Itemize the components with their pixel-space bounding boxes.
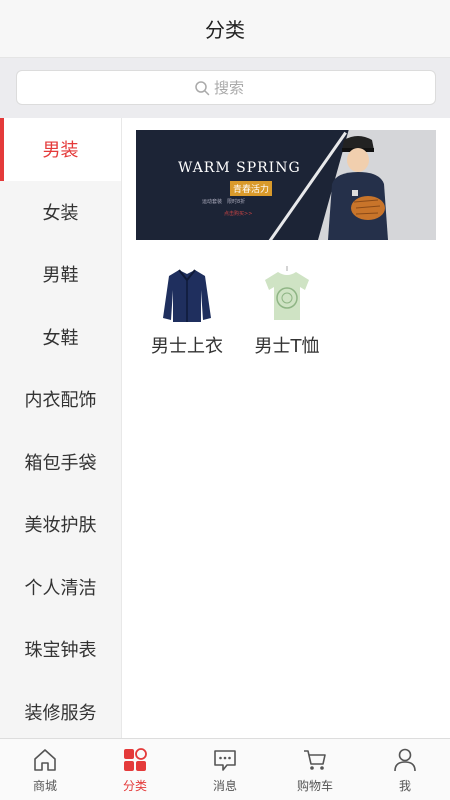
tab-label: 购物车: [296, 779, 333, 793]
product-name: 男士T恤: [254, 336, 320, 357]
category-sidebar: 男装 女装 男鞋 女鞋 内衣配饰 箱包手袋 美妆护肤 个人清洁 珠宝钟表 装修服…: [0, 118, 122, 738]
category-icon: [124, 748, 147, 771]
tab-messages[interactable]: 消息: [180, 739, 270, 800]
search-input[interactable]: [214, 78, 258, 97]
tab-me[interactable]: 我: [360, 739, 450, 800]
jacket-icon: [163, 269, 211, 322]
sidebar-item-label: 箱包手袋: [24, 452, 97, 474]
product-name: 男士上衣: [151, 336, 223, 357]
promo-banner[interactable]: WARM SPRING 青春活力 运动套装 限时8折 点击购买>>: [136, 130, 436, 240]
top-nav-bar: 分类: [0, 0, 450, 58]
tshirt-icon: [265, 266, 309, 320]
sidebar-item-label: 男鞋: [42, 265, 79, 287]
cart-icon: [304, 750, 326, 770]
user-icon: [394, 748, 416, 772]
sidebar-item-personal-care[interactable]: 个人清洁: [0, 556, 121, 619]
sidebar-item-underwear-accessories[interactable]: 内衣配饰: [0, 368, 121, 431]
page-title: 分类: [205, 18, 245, 42]
tab-cart[interactable]: 购物车: [270, 739, 360, 800]
model-photo-icon: [328, 136, 388, 240]
sidebar-item-label: 装修服务: [24, 702, 97, 724]
sidebar-item-label: 女鞋: [42, 327, 79, 349]
home-icon: [34, 749, 56, 771]
tab-category[interactable]: 分类: [90, 739, 180, 800]
sidebar-item-womens-clothing[interactable]: 女装: [0, 181, 121, 244]
search-icon: [195, 80, 210, 95]
tab-home[interactable]: 商城: [0, 739, 90, 800]
message-icon: [214, 750, 236, 771]
sidebar-item-bags[interactable]: 箱包手袋: [0, 431, 121, 494]
banner-buy-link[interactable]: 点击购买>>: [224, 210, 252, 217]
category-content: WARM SPRING 青春活力 运动套装 限时8折 点击购买>> 男士上衣 男…: [123, 118, 450, 738]
sidebar-item-mens-shoes[interactable]: 男鞋: [0, 243, 121, 306]
product-item[interactable]: 男士T恤: [237, 266, 337, 358]
sidebar-item-mens-clothing[interactable]: 男装: [0, 118, 121, 181]
tab-label: 消息: [212, 779, 237, 793]
tab-label: 我: [398, 779, 411, 793]
sidebar-item-label: 美妆护肤: [24, 515, 97, 537]
product-item[interactable]: 男士上衣: [137, 266, 237, 358]
banner-badge: 青春活力: [230, 181, 273, 196]
sidebar-item-beauty[interactable]: 美妆护肤: [0, 493, 121, 556]
search-bar-container: [0, 58, 450, 118]
sidebar-item-womens-shoes[interactable]: 女鞋: [0, 306, 121, 369]
sidebar-item-label: 个人清洁: [24, 577, 97, 599]
sidebar-item-jewelry-watches[interactable]: 珠宝钟表: [0, 618, 121, 681]
tab-label: 商城: [32, 779, 57, 793]
tab-label: 分类: [122, 779, 147, 793]
sidebar-item-label: 女装: [42, 202, 79, 224]
banner-subtitle: 运动套装 限时8折: [202, 199, 246, 205]
sidebar-item-label: 男装: [42, 140, 79, 162]
bottom-tab-bar: 商城 分类 消息 购物车 我: [0, 738, 450, 800]
search-box[interactable]: [16, 70, 436, 105]
sidebar-item-label: 内衣配饰: [24, 390, 97, 412]
banner-headline: WARM SPRING: [178, 160, 301, 176]
sidebar-item-renovation[interactable]: 装修服务: [0, 681, 121, 739]
sidebar-item-label: 珠宝钟表: [24, 640, 97, 662]
